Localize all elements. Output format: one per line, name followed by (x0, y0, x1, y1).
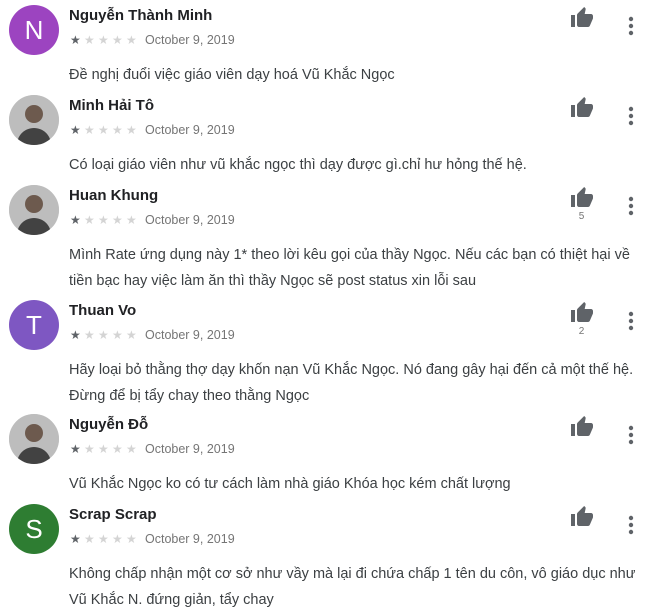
thumb-up-icon (570, 301, 594, 325)
star-empty-icon: ★ (84, 328, 95, 342)
avatar[interactable] (9, 185, 59, 235)
thumb-up-icon (570, 186, 594, 210)
avatar-letter: N (24, 14, 44, 45)
star-rating: ★ ★ ★ ★ ★ (70, 329, 140, 341)
more-options-button[interactable] (624, 15, 638, 37)
star-empty-icon: ★ (84, 532, 95, 546)
avatar[interactable] (9, 414, 59, 464)
star-empty-icon: ★ (126, 33, 137, 47)
star-empty-icon: ★ (112, 123, 123, 137)
avatar[interactable]: T (9, 300, 59, 350)
star-empty-icon: ★ (84, 213, 95, 227)
star-empty-icon: ★ (126, 213, 137, 227)
rating-row: ★ ★ ★ ★ ★ October 9, 2019 (70, 213, 235, 227)
like-count: 5 (578, 211, 585, 222)
star-empty-icon: ★ (84, 33, 95, 47)
star-rating: ★ ★ ★ ★ ★ (70, 214, 140, 226)
helpful-button[interactable]: 2 (569, 301, 594, 337)
review-text: Đề nghị đuổi việc giáo viên dạy hoá Vũ K… (69, 67, 395, 83)
star-empty-icon: ★ (98, 123, 109, 137)
review-date: October 9, 2019 (145, 532, 235, 546)
thumb-up-icon (570, 415, 594, 439)
star-filled-icon: ★ (70, 532, 81, 546)
helpful-button[interactable]: 5 (569, 186, 594, 222)
star-empty-icon: ★ (98, 328, 109, 342)
rating-row: ★ ★ ★ ★ ★ October 9, 2019 (70, 33, 235, 47)
star-empty-icon: ★ (84, 123, 95, 137)
helpful-button[interactable] (569, 415, 594, 441)
rating-row: ★ ★ ★ ★ ★ October 9, 2019 (70, 532, 235, 546)
more-options-button[interactable] (624, 514, 638, 536)
reviewer-name: Nguyễn Đỗ (69, 416, 149, 433)
rating-row: ★ ★ ★ ★ ★ October 9, 2019 (70, 442, 235, 456)
reviewer-name: Thuan Vo (69, 302, 137, 319)
star-rating: ★ ★ ★ ★ ★ (70, 34, 140, 46)
star-empty-icon: ★ (112, 532, 123, 546)
star-empty-icon: ★ (126, 532, 137, 546)
reviewer-name: Nguyễn Thành Minh (69, 7, 213, 24)
more-options-button[interactable] (624, 195, 638, 217)
avatar-letter: S (25, 513, 43, 544)
more-vert-icon (628, 311, 634, 331)
avatar-letter: T (26, 309, 42, 340)
review-date: October 9, 2019 (145, 123, 235, 137)
reviewer-name: Minh Hải Tô (69, 97, 154, 114)
person-photo-icon (9, 414, 59, 464)
thumb-up-icon (570, 505, 594, 529)
star-empty-icon: ★ (98, 213, 109, 227)
star-empty-icon: ★ (126, 123, 137, 137)
helpful-button[interactable] (569, 96, 594, 122)
person-photo-icon (9, 185, 59, 235)
star-empty-icon: ★ (112, 33, 123, 47)
avatar[interactable] (9, 95, 59, 145)
reviewer-name: Huan Khung (69, 187, 159, 204)
star-filled-icon: ★ (70, 123, 81, 137)
star-filled-icon: ★ (70, 33, 81, 47)
thumb-up-icon (570, 6, 594, 30)
more-options-button[interactable] (624, 105, 638, 127)
review-text: Hãy loại bỏ thằng thợ dạy khốn nạn Vũ Kh… (69, 362, 634, 404)
star-filled-icon: ★ (70, 442, 81, 456)
star-empty-icon: ★ (98, 532, 109, 546)
helpful-button[interactable] (569, 6, 594, 32)
review-text: Mình Rate ứng dụng này 1* theo lời kêu g… (69, 247, 630, 289)
star-filled-icon: ★ (70, 213, 81, 227)
star-empty-icon: ★ (98, 33, 109, 47)
more-vert-icon (628, 515, 634, 535)
star-rating: ★ ★ ★ ★ ★ (70, 124, 140, 136)
helpful-button[interactable] (569, 505, 594, 531)
star-empty-icon: ★ (126, 328, 137, 342)
more-options-button[interactable] (624, 424, 638, 446)
more-vert-icon (628, 106, 634, 126)
star-rating: ★ ★ ★ ★ ★ (70, 533, 140, 545)
person-photo-icon (9, 95, 59, 145)
rating-row: ★ ★ ★ ★ ★ October 9, 2019 (70, 123, 235, 137)
star-empty-icon: ★ (126, 442, 137, 456)
star-empty-icon: ★ (112, 442, 123, 456)
more-vert-icon (628, 16, 634, 36)
review-date: October 9, 2019 (145, 213, 235, 227)
star-filled-icon: ★ (70, 328, 81, 342)
star-rating: ★ ★ ★ ★ ★ (70, 443, 140, 455)
reviewer-name: Scrap Scrap (69, 506, 157, 523)
more-vert-icon (628, 196, 634, 216)
review-date: October 9, 2019 (145, 328, 235, 342)
review-text: Có loại giáo viên như vũ khắc ngọc thì d… (69, 157, 527, 173)
more-vert-icon (628, 425, 634, 445)
avatar[interactable]: S (9, 504, 59, 554)
more-options-button[interactable] (624, 310, 638, 332)
thumb-up-icon (570, 96, 594, 120)
review-date: October 9, 2019 (145, 442, 235, 456)
rating-row: ★ ★ ★ ★ ★ October 9, 2019 (70, 328, 235, 342)
review-date: October 9, 2019 (145, 33, 235, 47)
star-empty-icon: ★ (84, 442, 95, 456)
star-empty-icon: ★ (112, 213, 123, 227)
star-empty-icon: ★ (98, 442, 109, 456)
avatar[interactable]: N (9, 5, 59, 55)
review-text: Vũ Khắc Ngọc ko có tư cách làm nhà giáo … (69, 476, 511, 492)
star-empty-icon: ★ (112, 328, 123, 342)
like-count: 2 (578, 326, 585, 337)
review-text: Không chấp nhận một cơ sở như vầy mà lại… (69, 566, 636, 608)
